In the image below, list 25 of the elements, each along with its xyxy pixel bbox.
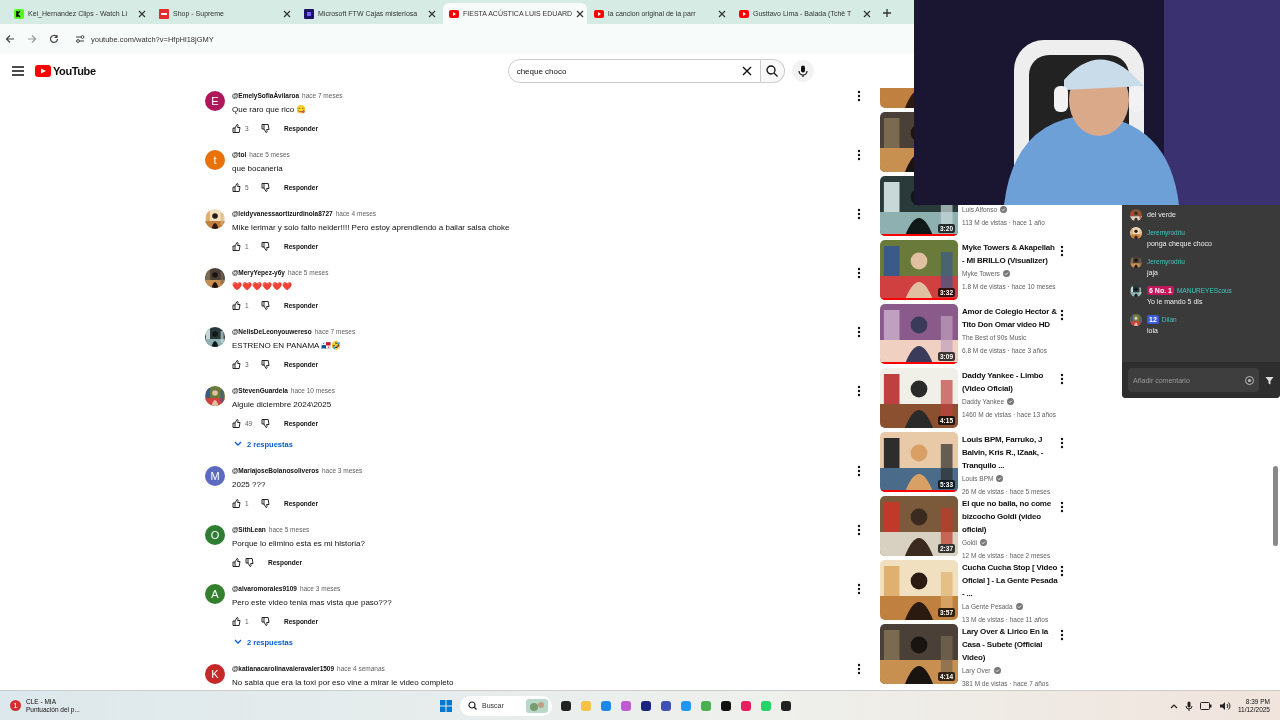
comment-text: que bocaneria xyxy=(232,163,284,175)
comment-text: Mike lerimar y solo falto neider!!!! Pero estoy aprendiendo a bailar salsa choke xyxy=(232,222,511,234)
video-title[interactable]: Amor de Colegio Hector & Tito Don Omar video HD xyxy=(962,305,1058,331)
video-title[interactable]: Cucha Cucha Stop [ Video Oficial ] - La Gente Pesada - ... xyxy=(962,561,1058,600)
avatar[interactable]: E xyxy=(205,91,225,111)
avatar[interactable]: O xyxy=(205,525,225,545)
comment-text: Pero este video tenia mas vista que paso??? xyxy=(232,597,393,609)
comment-text: ESTRENO EN PANAMA 🇵🇦🤣 xyxy=(232,340,343,352)
comment-text: Alguie diciembre 2024\2025 xyxy=(232,399,333,411)
video-title[interactable]: Lary Over & Lirico En la Casa - Subete (Official Video) xyxy=(962,625,1058,664)
comment-text: Que raro que rico 😋 xyxy=(232,104,308,116)
comment-text: Porque lo elimino esta es mi historia? xyxy=(232,538,366,550)
video-title[interactable]: Daddy Yankee - Limbo (Video Oficial) xyxy=(962,369,1058,395)
video-title[interactable]: Myke Towers & Akapellah - MI BRILLO (Visualizer) xyxy=(962,241,1058,267)
comment-text: ❤❤❤❤❤❤ xyxy=(232,281,293,293)
video-title[interactable]: El que no baila, no come bizcocho Goldi (video oficial) xyxy=(962,497,1058,536)
notification-badge: 1 xyxy=(10,700,21,711)
avatar[interactable]: M xyxy=(205,466,225,486)
comment-text: No sabia que era la toxi por eso vine a mirar le video completo xyxy=(232,677,455,689)
logo[interactable]: YouTube xyxy=(35,65,96,77)
video-title[interactable]: Louis BPM, Farruko, J Balvin, Kris R., IZaak, - Tranquilo ... xyxy=(962,433,1058,472)
comment-text: 2025 ??? xyxy=(232,479,267,491)
avatar[interactable]: K xyxy=(205,664,225,684)
search-field[interactable]: cheque choco xyxy=(516,66,742,76)
avatar[interactable]: A xyxy=(205,584,225,604)
